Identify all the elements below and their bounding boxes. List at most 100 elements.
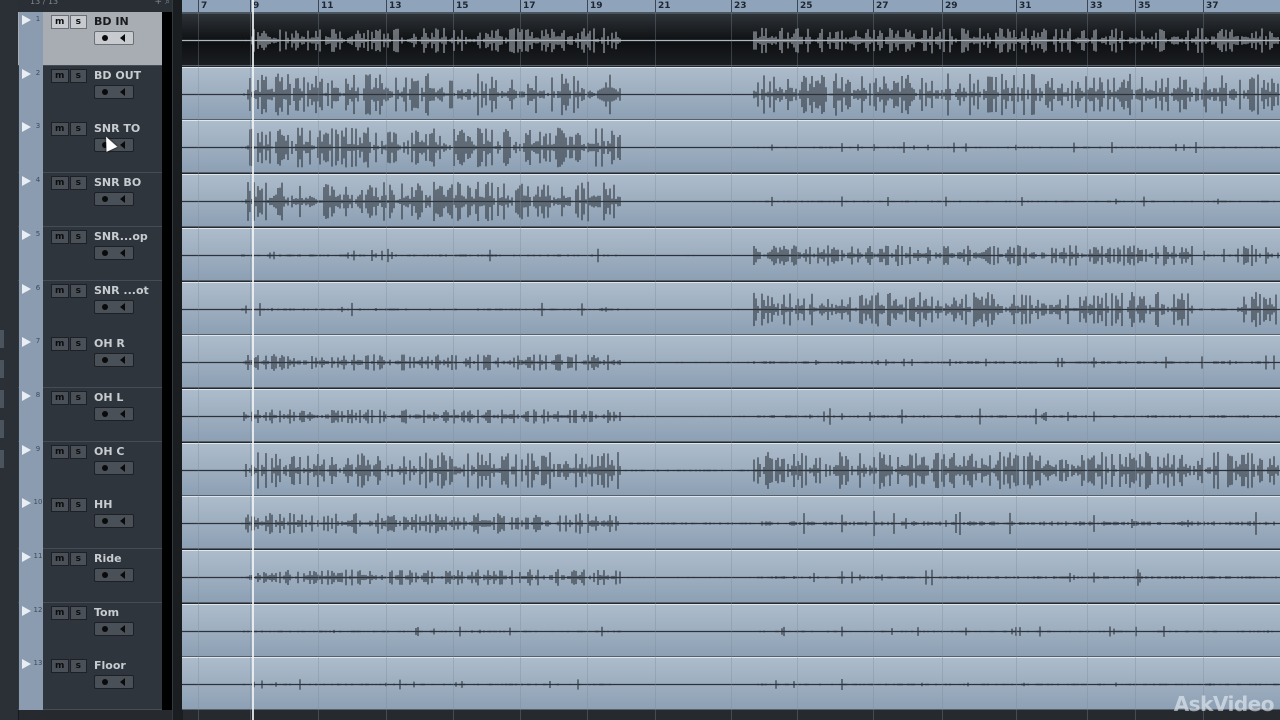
bar-grid-line [1087,13,1088,720]
track-header[interactable]: 9 m s OH C [18,441,172,496]
record-enable-icon[interactable] [102,196,108,203]
track-name[interactable]: Tom [94,606,119,619]
mute-button[interactable]: m [51,229,69,244]
record-enable-icon[interactable] [102,625,108,632]
track-color-strip [162,602,172,657]
mute-button[interactable]: m [51,390,69,405]
record-enable-icon[interactable] [102,410,108,417]
expand-triangle-icon[interactable] [22,552,31,562]
expand-triangle-icon[interactable] [22,337,31,348]
track-name[interactable]: OH R [94,337,125,350]
track-name[interactable]: SNR...op [94,230,148,243]
track-name[interactable]: Floor [94,659,126,672]
mute-button[interactable]: m [51,605,69,620]
mute-button[interactable]: m [51,15,69,29]
track-color-strip [162,656,172,711]
monitor-icon[interactable] [120,141,125,150]
mute-button[interactable]: m [51,498,69,513]
track-color-strip [162,334,172,389]
expand-triangle-icon[interactable] [22,605,31,616]
add-track-icon[interactable]: + ⌕ [155,0,170,8]
monitor-icon[interactable] [120,248,125,257]
track-header[interactable]: 10 m s HH [18,495,172,550]
track-name[interactable]: OH C [94,445,124,458]
track-header[interactable]: 3 m s SNR TO [18,119,172,174]
solo-button[interactable]: s [69,552,87,566]
track-name[interactable]: OH L [94,391,123,404]
track-name[interactable]: SNR ...ot [94,284,149,297]
solo-button[interactable]: s [69,68,87,83]
monitor-icon[interactable] [120,571,125,579]
solo-button[interactable]: s [69,390,87,405]
expand-triangle-icon[interactable] [22,498,31,509]
mute-button[interactable]: m [51,659,69,674]
record-monitor-buttons [94,514,134,529]
solo-button[interactable]: s [69,337,87,352]
solo-button[interactable]: s [69,283,87,298]
monitor-icon[interactable] [120,624,125,633]
mute-button[interactable]: m [51,68,69,83]
monitor-icon[interactable] [120,87,125,96]
expand-triangle-icon[interactable] [22,68,31,79]
monitor-icon[interactable] [120,356,125,365]
timeline-ruler[interactable]: 7 9 11 13 15 17 19 21 23 25 27 29 31 33 35 37 [182,0,1280,13]
expand-triangle-icon[interactable] [22,176,31,187]
expand-triangle-icon[interactable] [22,390,31,401]
track-header[interactable]: 4 m s SNR BO [18,173,172,228]
track-name[interactable]: BD IN [94,15,129,28]
track-header[interactable]: 12 m s Tom [18,602,172,657]
expand-triangle-icon[interactable] [22,15,31,25]
track-header[interactable]: 5 m s SNR...op [18,226,172,281]
monitor-icon[interactable] [120,195,125,204]
track-number-column: 2 [19,65,43,120]
track-header[interactable]: 11 m s Ride [18,549,172,603]
track-header[interactable]: 8 m s OH L [18,387,172,442]
mute-button[interactable]: m [51,122,69,137]
track-header[interactable]: 6 m s SNR ...ot [18,280,172,335]
record-enable-icon[interactable] [102,572,108,578]
solo-button[interactable]: s [69,444,87,459]
track-header[interactable]: 13 m s Floor [18,656,172,711]
expand-triangle-icon[interactable] [22,444,31,455]
record-enable-icon[interactable] [102,464,108,471]
left-zone-strip [0,0,19,720]
solo-button[interactable]: s [69,15,87,29]
record-enable-icon[interactable] [102,679,108,686]
monitor-icon[interactable] [120,517,125,526]
track-name[interactable]: SNR TO [94,122,140,135]
record-enable-icon[interactable] [102,357,108,364]
solo-button[interactable]: s [69,498,87,513]
record-enable-icon[interactable] [102,88,108,95]
track-header[interactable]: 1 m s BD IN [18,12,172,66]
record-enable-icon[interactable] [102,518,108,525]
expand-triangle-icon[interactable] [22,659,31,670]
expand-triangle-icon[interactable] [22,283,31,294]
record-enable-icon[interactable] [102,303,108,310]
expand-triangle-icon[interactable] [22,229,31,240]
monitor-icon[interactable] [120,463,125,472]
monitor-icon[interactable] [120,34,125,42]
mute-button[interactable]: m [51,176,69,191]
track-header[interactable]: 2 m s BD OUT [18,65,172,120]
monitor-icon[interactable] [120,302,125,311]
solo-button[interactable]: s [69,605,87,620]
mute-button[interactable]: m [51,337,69,352]
mute-button[interactable]: m [51,552,69,566]
track-header[interactable]: 7 m s OH R [18,334,172,389]
monitor-icon[interactable] [120,678,125,687]
solo-button[interactable]: s [69,659,87,674]
solo-button[interactable]: s [69,176,87,191]
solo-button[interactable]: s [69,229,87,244]
monitor-icon[interactable] [120,409,125,418]
track-name[interactable]: HH [94,498,112,511]
track-name[interactable]: BD OUT [94,69,141,82]
record-enable-icon[interactable] [102,35,108,41]
solo-button[interactable]: s [69,122,87,137]
expand-triangle-icon[interactable] [22,122,31,133]
track-name[interactable]: SNR BO [94,176,141,189]
mute-button[interactable]: m [51,444,69,459]
track-name[interactable]: Ride [94,552,122,565]
project-cursor[interactable] [252,0,254,720]
mute-button[interactable]: m [51,283,69,298]
record-enable-icon[interactable] [102,249,108,256]
